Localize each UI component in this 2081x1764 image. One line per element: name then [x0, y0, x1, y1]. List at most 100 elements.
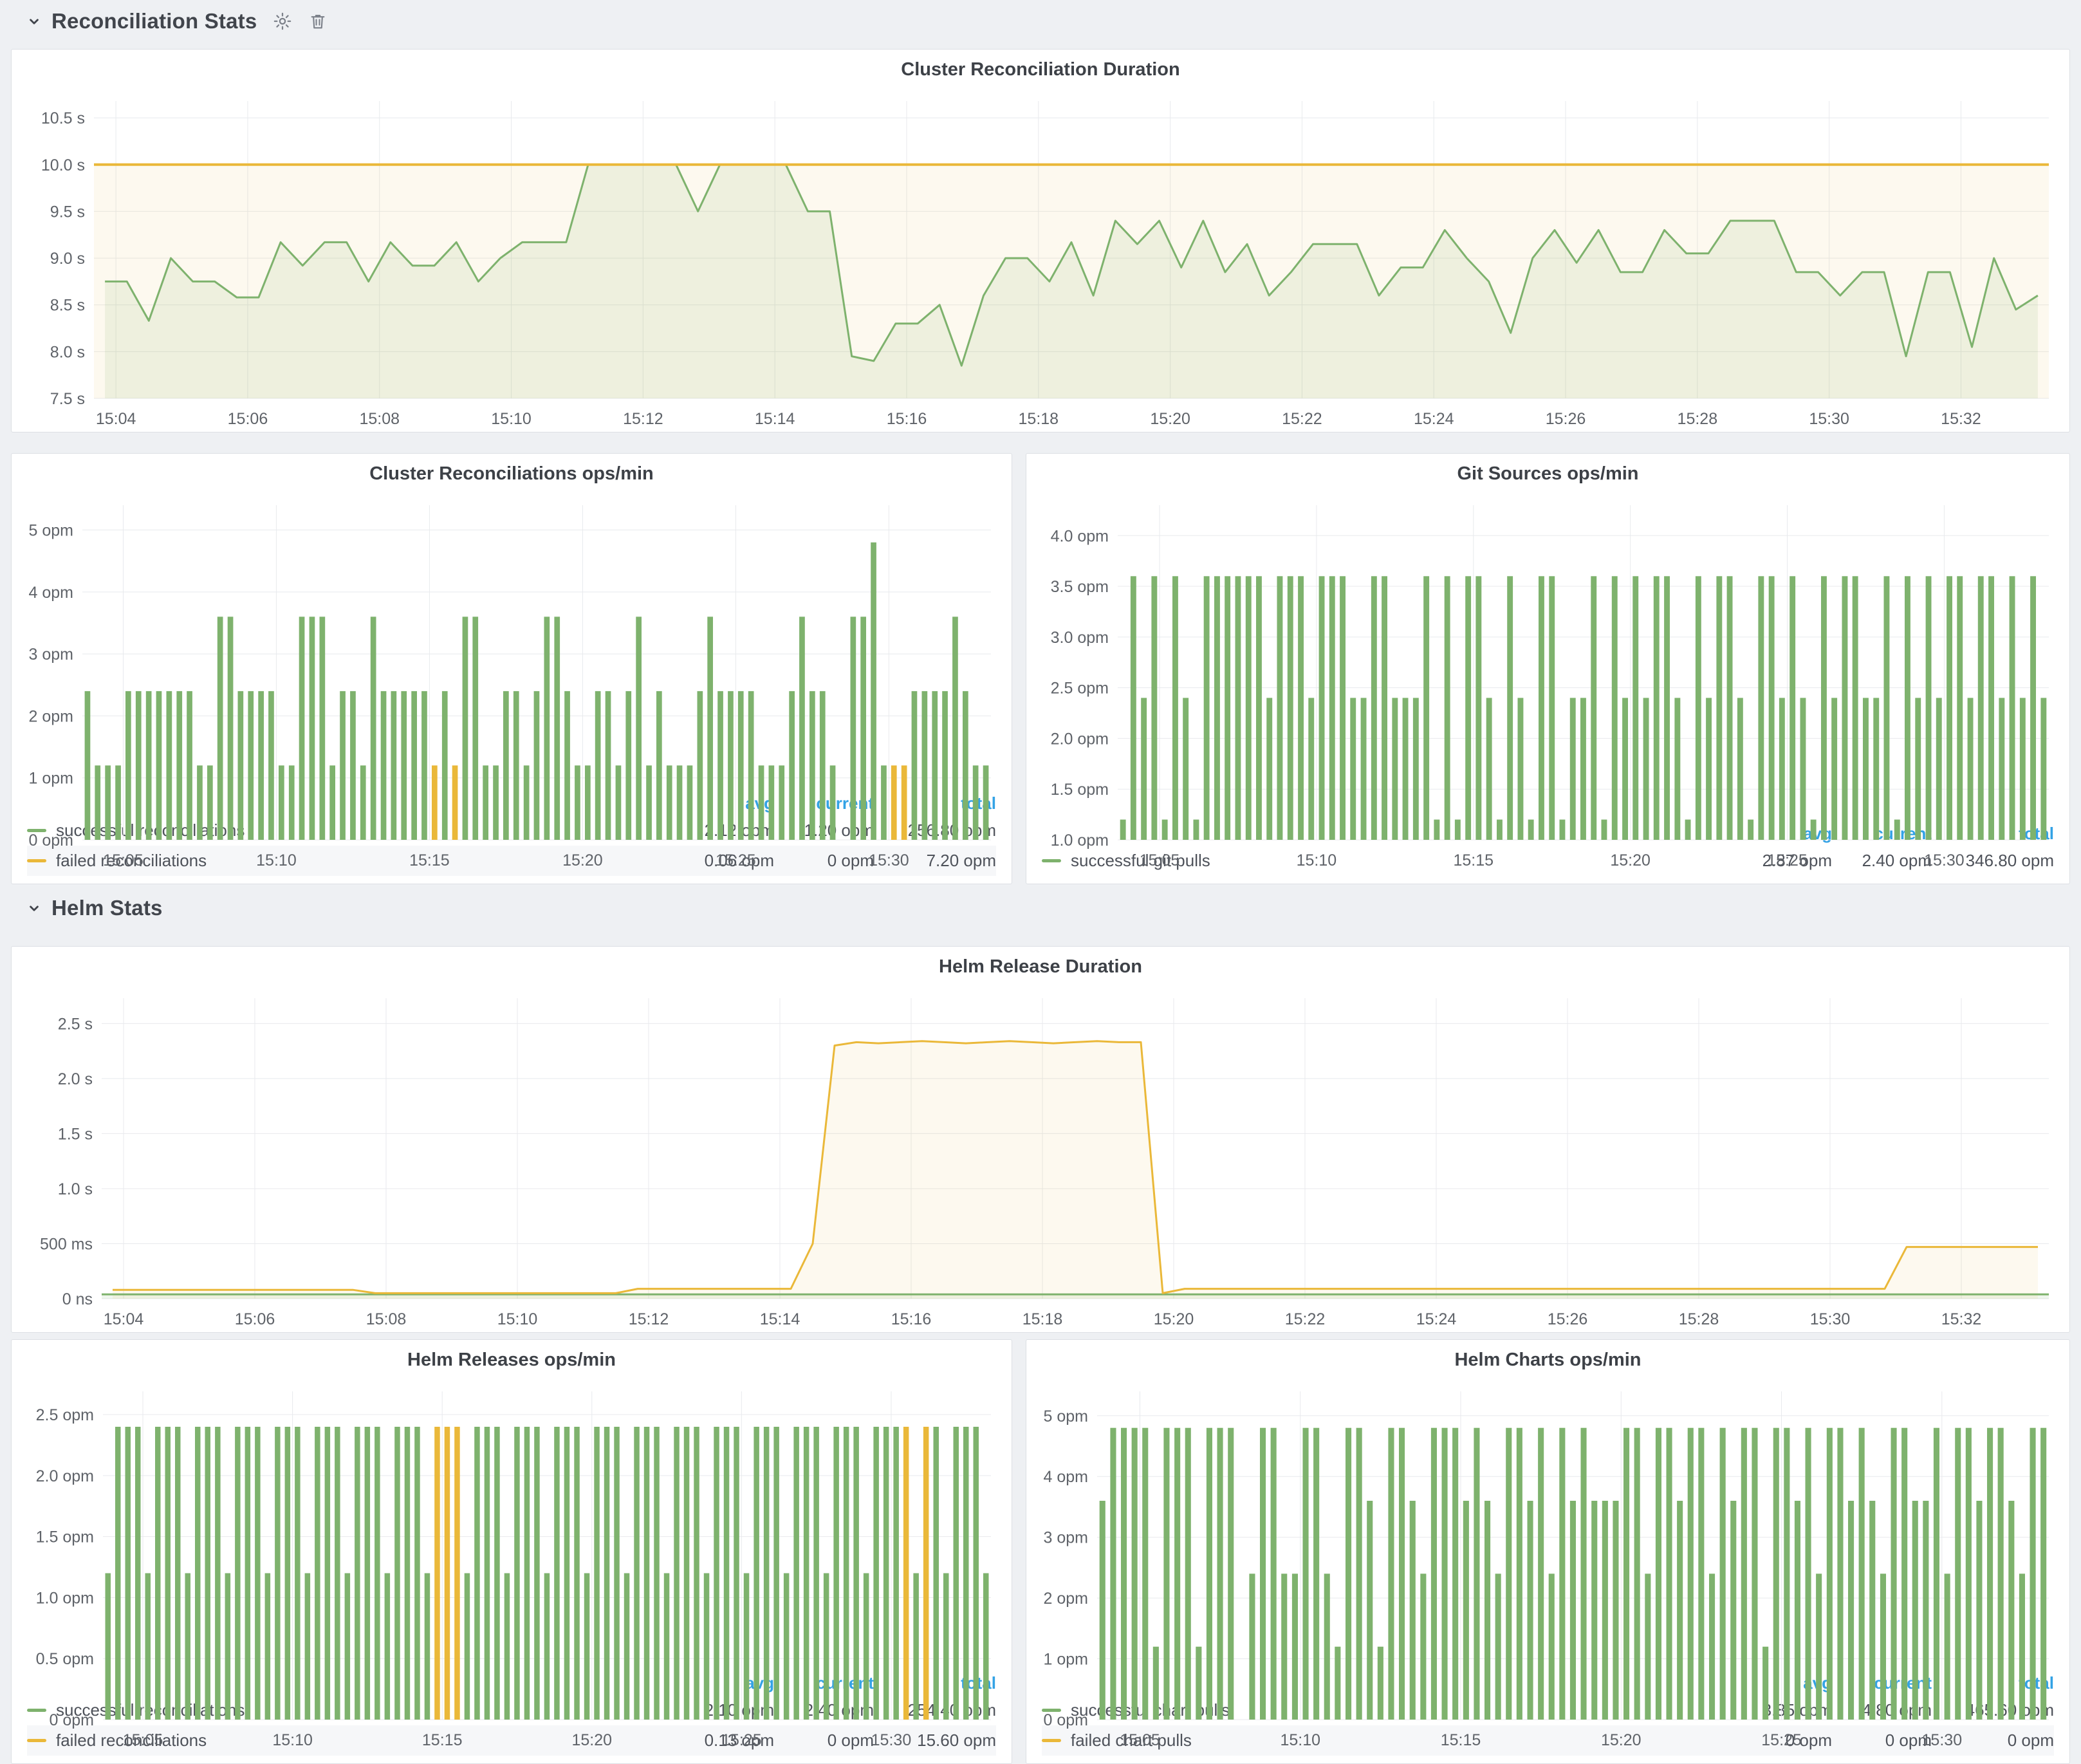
x-axis-label: 15:20 — [1154, 1310, 1194, 1328]
panel-cluster-reconciliations-opm: Cluster Reconciliations ops/min 15:0515:… — [11, 453, 1012, 884]
gear-icon[interactable] — [272, 11, 293, 32]
panel-title[interactable]: Cluster Reconciliation Duration — [12, 50, 2069, 86]
x-axis-label: 15:12 — [623, 410, 663, 428]
panel-git-sources-opm: Git Sources ops/min 15:0515:1015:1515:20… — [1026, 453, 2070, 884]
trash-icon[interactable] — [308, 12, 328, 31]
x-axis-label: 15:14 — [755, 410, 795, 428]
panel-helm-release-duration: Helm Release Duration 15:04 15:06 15:08 15:… — [11, 946, 2070, 1333]
helm-charts-opm-chart[interactable]: 15:0515:1015:1515:2015:2515:300 opm1 opm… — [1033, 1376, 2063, 1668]
y-axis-label: 4 opm — [1044, 1468, 1088, 1486]
y-axis-label: 2.0 s — [58, 1070, 93, 1088]
x-axis-label: 15:06 — [235, 1310, 275, 1328]
y-axis-label: 1 opm — [29, 770, 73, 788]
y-axis-label: 2.0 opm — [36, 1467, 94, 1485]
y-axis-label: 1.0 s — [58, 1180, 93, 1198]
y-axis-label: 1.5 s — [58, 1125, 93, 1143]
section-title[interactable]: Helm Stats — [51, 896, 163, 920]
x-axis-label: 15:18 — [1022, 1310, 1063, 1328]
x-axis-label: 15:24 — [1416, 1310, 1457, 1328]
x-axis-label: 15:25 — [721, 1731, 762, 1749]
y-axis-label: 0 opm — [29, 831, 73, 850]
x-axis-label: 15:16 — [887, 410, 927, 428]
git-sources-opm-chart[interactable]: 15:0515:1015:1515:2015:2515:301.0 opm1.5… — [1033, 490, 2063, 819]
y-axis-label: 2.5 opm — [36, 1406, 94, 1424]
y-axis-label: 2.5 s — [58, 1015, 93, 1033]
y-axis-label: 8.5 s — [50, 297, 85, 315]
x-axis-label: 15:25 — [716, 851, 756, 869]
cluster-reconciliations-opm-chart[interactable]: 15:0515:1015:1515:2015:2515:300 opm1 opm… — [18, 490, 1005, 788]
panel-cluster-reconciliation-duration: Cluster Reconciliation Duration 15:04 15:… — [11, 49, 2070, 432]
x-axis-label: 15:30 — [871, 1731, 912, 1749]
x-axis-label: 15:10 — [497, 1310, 538, 1328]
x-axis-label: 15:15 — [1441, 1731, 1481, 1749]
y-axis-label: 5 opm — [29, 522, 73, 540]
x-axis-label: 15:20 — [562, 851, 603, 869]
x-axis-label: 15:30 — [1809, 410, 1849, 428]
y-axis-label: 500 ms — [40, 1235, 93, 1253]
y-axis-label: 10.0 s — [41, 156, 85, 174]
y-axis-label: 1.5 opm — [36, 1528, 94, 1546]
y-axis-label: 2 opm — [29, 707, 73, 725]
x-axis-label: 15:24 — [1414, 410, 1454, 428]
helm-releases-ops-canvas[interactable]: 15:0515:1015:1515:2015:2515:300 opm0.5 o… — [18, 1376, 1005, 1753]
y-axis-label: 9.0 s — [50, 250, 85, 268]
y-axis-label: 9.5 s — [50, 203, 85, 221]
panel-title[interactable]: Cluster Reconciliations ops/min — [12, 454, 1012, 490]
cluster-duration-canvas[interactable]: 15:0415:0615:0815:1015:1215:1415:1615:18… — [18, 86, 2063, 432]
helm-releases-opm-chart[interactable]: 15:0515:1015:1515:2015:2515:300 opm0.5 o… — [18, 1376, 1005, 1668]
section-title[interactable]: Reconciliation Stats — [51, 9, 257, 33]
x-axis-label: 15:04 — [104, 1310, 144, 1328]
cluster-recon-ops-canvas[interactable]: 15:0515:1015:1515:2015:2515:300 opm1 opm… — [18, 490, 1005, 873]
x-axis-label: 15:15 — [1454, 851, 1494, 869]
y-axis-label: 3 opm — [29, 645, 73, 664]
y-axis-label: 0 opm — [50, 1711, 94, 1729]
x-axis-label: 15:15 — [409, 851, 450, 869]
helm-charts-ops-canvas[interactable]: 15:0515:1015:1515:2015:2515:300 opm1 opm… — [1033, 1376, 2063, 1753]
y-axis-label: 1 opm — [1044, 1651, 1088, 1669]
y-axis-label: 3.5 opm — [1051, 578, 1109, 596]
chevron-down-icon[interactable] — [26, 900, 42, 916]
panel-title[interactable]: Helm Releases ops/min — [12, 1340, 1012, 1376]
y-axis-label: 3.0 opm — [1051, 629, 1109, 647]
x-axis-label: 15:10 — [1280, 1731, 1320, 1749]
x-axis-label: 15:20 — [1601, 1731, 1642, 1749]
y-axis-label: 5 opm — [1044, 1407, 1088, 1425]
x-axis-label: 15:30 — [1810, 1310, 1851, 1328]
x-axis-label: 15:30 — [869, 851, 909, 869]
x-axis-label: 15:05 — [123, 1731, 163, 1749]
x-axis-label: 15:30 — [1922, 1731, 1963, 1749]
section-header-helm-stats[interactable]: Helm Stats — [19, 896, 163, 920]
x-axis-label: 15:28 — [1678, 410, 1718, 428]
y-axis-label: 1.0 opm — [1051, 831, 1109, 850]
git-sources-ops-canvas[interactable]: 15:0515:1015:1515:2015:2515:301.0 opm1.5… — [1033, 490, 2063, 873]
y-axis-label: 0.5 opm — [36, 1650, 94, 1668]
x-axis-label: 15:20 — [1610, 851, 1651, 869]
x-axis-label: 15:20 — [571, 1731, 612, 1749]
helm-duration-canvas[interactable]: 15:0415:0615:0815:1015:1215:1415:1615:18… — [18, 983, 2063, 1332]
y-axis-label: 8.0 s — [50, 343, 85, 361]
x-axis-label: 15:04 — [96, 410, 136, 428]
panel-title[interactable]: Helm Release Duration — [12, 947, 2069, 983]
chevron-down-icon[interactable] — [26, 13, 42, 30]
x-axis-label: 15:26 — [1548, 1310, 1588, 1328]
cluster-reconciliation-duration-chart[interactable]: 15:0415:0615:0815:1015:1215:1415:1615:18… — [18, 86, 2063, 432]
x-axis-label: 15:05 — [1120, 1731, 1160, 1749]
x-axis-label: 15:08 — [366, 1310, 407, 1328]
x-axis-label: 15:25 — [1767, 851, 1808, 869]
panel-title[interactable]: Helm Charts ops/min — [1026, 1340, 2069, 1376]
helm-release-duration-chart[interactable]: 15:0415:0615:0815:1015:1215:1415:1615:18… — [18, 983, 2063, 1332]
section-header-reconciliation-stats[interactable]: Reconciliation Stats — [19, 9, 328, 33]
x-axis-label: 15:18 — [1019, 410, 1059, 428]
y-axis-label: 10.5 s — [41, 109, 85, 127]
x-axis-label: 15:06 — [228, 410, 268, 428]
y-axis-label: 1.5 opm — [1051, 781, 1109, 799]
x-axis-label: 15:26 — [1546, 410, 1586, 428]
x-axis-label: 15:22 — [1282, 410, 1322, 428]
panel-helm-charts-opm: Helm Charts ops/min 15:0515:1015:1515:20… — [1026, 1339, 2070, 1764]
y-axis-label: 0 ns — [62, 1290, 93, 1308]
x-axis-label: 15:30 — [1924, 851, 1965, 869]
y-axis-label: 4 opm — [29, 584, 73, 602]
panel-title[interactable]: Git Sources ops/min — [1026, 454, 2069, 490]
y-axis-label: 2 opm — [1044, 1590, 1088, 1608]
y-axis-label: 4.0 opm — [1051, 527, 1109, 545]
